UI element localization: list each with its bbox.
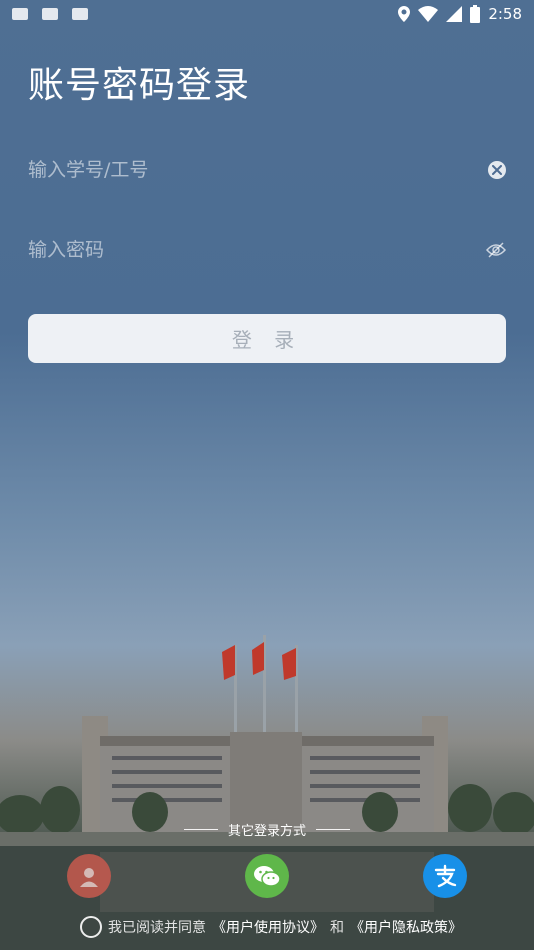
login-button[interactable]: 登 录 — [28, 314, 506, 363]
toggle-password-visibility-button[interactable] — [486, 240, 506, 260]
other-login-title: 其它登录方式 — [227, 824, 306, 839]
clear-input-button[interactable] — [488, 161, 506, 179]
signal-icon — [446, 6, 463, 22]
font-icon — [72, 8, 88, 20]
password-field — [28, 230, 506, 270]
eye-off-icon — [486, 242, 506, 258]
close-icon — [492, 165, 502, 175]
keyboard-icon — [12, 8, 28, 20]
password-input[interactable] — [28, 239, 486, 261]
location-icon — [398, 6, 411, 22]
alipay-icon — [434, 864, 457, 888]
divider-right — [316, 829, 350, 830]
agreement-checkbox[interactable] — [80, 916, 102, 938]
status-right-icons: 2:58 — [398, 5, 522, 23]
background-campus-image — [0, 635, 534, 950]
battery-icon — [470, 5, 481, 23]
face-login-button[interactable] — [67, 854, 111, 898]
alipay-login-button[interactable] — [423, 854, 467, 898]
sd-card-icon — [42, 8, 58, 20]
user-agreement-link[interactable]: 《用户使用协议》 — [212, 917, 324, 937]
wechat-login-button[interactable] — [245, 854, 289, 898]
page-title: 账号密码登录 — [28, 65, 251, 106]
status-time: 2:58 — [488, 5, 522, 23]
wifi-icon — [418, 6, 439, 22]
other-login-header: 其它登录方式 — [0, 820, 534, 839]
face-icon — [80, 868, 98, 887]
status-bar: 2:58 — [0, 0, 534, 28]
privacy-policy-link[interactable]: 《用户隐私政策》 — [350, 917, 462, 937]
agreement-prefix: 我已阅读并同意 — [108, 920, 206, 936]
status-left-icons — [12, 8, 88, 20]
account-input[interactable] — [28, 159, 488, 181]
agreement-row: 我已阅读并同意 《用户使用协议》和《用户隐私政策》 — [80, 916, 462, 938]
account-field — [28, 150, 506, 190]
agreement-and: 和 — [330, 920, 344, 936]
divider-left — [183, 829, 218, 830]
wechat-icon — [254, 866, 281, 887]
